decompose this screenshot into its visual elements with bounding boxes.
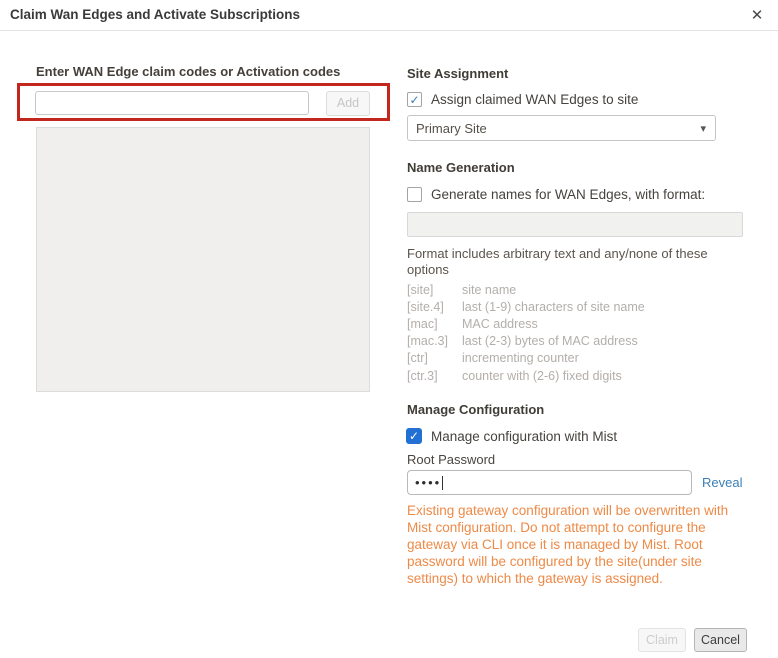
manage-configuration-heading: Manage Configuration <box>407 402 545 417</box>
text-cursor <box>442 475 444 490</box>
check-icon: ✓ <box>409 92 420 107</box>
format-option-code: [ctr] <box>407 351 428 366</box>
format-option-desc: last (1-9) characters of site name <box>462 299 645 314</box>
manage-config-checkbox-label: Manage configuration with Mist <box>431 428 618 444</box>
claim-button[interactable]: Claim <box>638 628 686 652</box>
format-option-desc: last (2-3) bytes of MAC address <box>462 334 638 349</box>
manage-config-checkbox-row: ✓ Manage configuration with Mist <box>406 428 617 444</box>
assign-site-checkbox-row: ✓ Assign claimed WAN Edges to site <box>407 92 638 107</box>
password-masked-value: •••• <box>415 475 442 490</box>
configuration-warning-text: Existing gateway configuration will be o… <box>407 503 729 586</box>
root-password-label: Root Password <box>407 452 496 467</box>
assign-site-checkbox[interactable]: ✓ <box>407 92 422 107</box>
dialog-title: Claim Wan Edges and Activate Subscriptio… <box>10 7 301 22</box>
header-divider <box>0 30 778 31</box>
cancel-button[interactable]: Cancel <box>694 628 747 652</box>
site-assignment-heading: Site Assignment <box>407 66 509 81</box>
name-format-input <box>407 212 743 237</box>
list-item: [mac] MAC address <box>407 315 747 332</box>
generate-names-checkbox-label: Generate names for WAN Edges, with forma… <box>431 187 706 202</box>
site-select-dropdown[interactable]: Primary Site ▾ <box>407 115 716 141</box>
generate-names-checkbox[interactable] <box>407 187 422 202</box>
format-option-code: [site] <box>407 282 434 297</box>
format-options-list: [site] site name [site.4] last (1-9) cha… <box>407 281 747 384</box>
claimed-devices-panel <box>36 127 370 392</box>
format-option-desc: MAC address <box>462 316 538 331</box>
format-option-code: [site.4] <box>407 299 444 314</box>
list-item: [mac.3] last (2-3) bytes of MAC address <box>407 333 747 350</box>
format-note: Format includes arbitrary text and any/n… <box>407 246 708 277</box>
format-option-code: [ctr.3] <box>407 368 438 383</box>
list-item: [site.4] last (1-9) characters of site n… <box>407 298 747 315</box>
root-password-input[interactable]: •••• <box>407 470 692 495</box>
claim-code-input[interactable] <box>35 91 309 115</box>
generate-names-checkbox-row: Generate names for WAN Edges, with forma… <box>407 187 705 202</box>
manage-config-checkbox[interactable]: ✓ <box>406 428 422 444</box>
assign-site-checkbox-label: Assign claimed WAN Edges to site <box>431 92 639 107</box>
format-option-code: [mac] <box>407 316 438 331</box>
add-button[interactable]: Add <box>326 91 370 116</box>
name-generation-heading: Name Generation <box>407 160 515 175</box>
chevron-down-icon: ▾ <box>700 122 706 135</box>
claim-codes-label: Enter WAN Edge claim codes or Activation… <box>36 64 341 79</box>
reveal-password-link[interactable]: Reveal <box>702 475 742 490</box>
list-item: [site] site name <box>407 281 747 298</box>
format-option-desc: site name <box>462 282 517 297</box>
list-item: [ctr.3] counter with (2-6) fixed digits <box>407 367 747 384</box>
close-icon[interactable]: ✕ <box>746 5 768 27</box>
format-option-code: [mac.3] <box>407 334 448 349</box>
format-option-desc: incrementing counter <box>462 351 579 366</box>
check-icon: ✓ <box>408 429 420 443</box>
list-item: [ctr] incrementing counter <box>407 350 747 367</box>
claim-wan-edges-dialog: Claim Wan Edges and Activate Subscriptio… <box>0 0 778 658</box>
format-option-desc: counter with (2-6) fixed digits <box>462 368 622 383</box>
site-select-value: Primary Site <box>416 120 487 136</box>
